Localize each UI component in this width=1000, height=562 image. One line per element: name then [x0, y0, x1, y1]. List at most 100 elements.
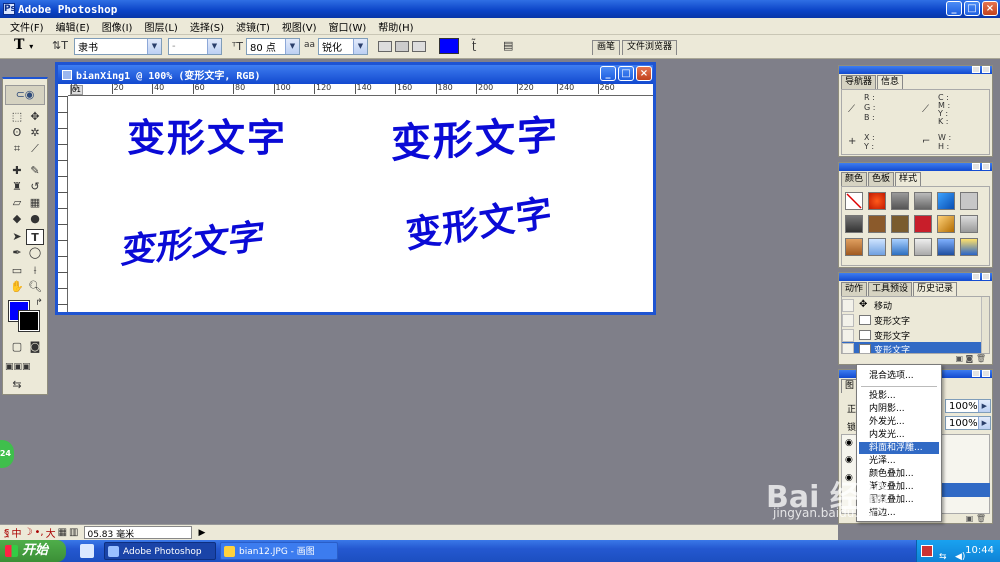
- menu-item-satin[interactable]: 光泽...: [859, 455, 939, 467]
- history-brush-icon[interactable]: ↺: [26, 179, 44, 195]
- style-swatch[interactable]: [868, 215, 886, 233]
- move-tool-icon[interactable]: ✥: [26, 109, 44, 125]
- palette-header[interactable]: [839, 273, 992, 281]
- dodge-tool-icon[interactable]: ●: [26, 211, 44, 227]
- palette-minimize-icon[interactable]: [972, 273, 980, 280]
- menu-item-outer-glow[interactable]: 外发光...: [859, 416, 939, 428]
- menu-select[interactable]: 选择(S): [184, 19, 230, 34]
- app-title-bar[interactable]: Ps Adobe Photoshop _ □ ×: [0, 0, 1000, 18]
- history-item[interactable]: 变形文字: [842, 328, 983, 342]
- palette-minimize-icon[interactable]: [972, 370, 980, 377]
- stamp-tool-icon[interactable]: ♜: [8, 179, 26, 195]
- vertical-ruler[interactable]: [58, 96, 68, 312]
- marquee-tool-icon[interactable]: ⬚: [8, 109, 26, 125]
- menu-filter[interactable]: 滤镜(T): [230, 19, 276, 34]
- shape-tool-icon[interactable]: ◯: [26, 245, 44, 261]
- blur-tool-icon[interactable]: ◆: [8, 211, 26, 227]
- swap-colors-icon[interactable]: ↱: [30, 295, 48, 311]
- doc-maximize-button[interactable]: □: [618, 66, 634, 81]
- clock[interactable]: 10:44: [965, 545, 994, 556]
- font-style-select[interactable]: - ▼: [168, 38, 222, 55]
- style-swatch[interactable]: [891, 192, 909, 210]
- healing-brush-icon[interactable]: ✚: [8, 163, 26, 179]
- eye-icon[interactable]: ◉: [845, 455, 853, 465]
- tab-brushes[interactable]: 画笔: [592, 40, 621, 55]
- menu-layer[interactable]: 图层(L): [138, 19, 183, 34]
- ime-width-toggle[interactable]: 大: [46, 525, 56, 540]
- network-icon[interactable]: ⇆: [939, 546, 947, 562]
- tool-preset-picker[interactable]: T ▾: [14, 37, 33, 54]
- tab-styles[interactable]: 样式: [895, 172, 922, 186]
- status-info-field[interactable]: 05.83 毫米: [84, 526, 193, 540]
- style-swatch[interactable]: [914, 238, 932, 256]
- warp-text-icon[interactable]: ʈ̃: [472, 39, 476, 56]
- palette-close-icon[interactable]: [982, 273, 990, 280]
- ime-punct-icon[interactable]: •,: [35, 527, 44, 538]
- style-swatch[interactable]: [914, 215, 932, 233]
- palette-close-icon[interactable]: [982, 370, 990, 377]
- quicklaunch-icon[interactable]: [80, 544, 94, 558]
- history-scrollbar[interactable]: [981, 297, 989, 353]
- text-orientation-icon[interactable]: ⇅T: [52, 39, 68, 56]
- style-swatch[interactable]: [845, 238, 863, 256]
- background-color[interactable]: [18, 310, 40, 332]
- style-swatch[interactable]: [960, 215, 978, 233]
- menu-item-drop-shadow[interactable]: 投影...: [859, 390, 939, 402]
- jump-to-imageready-icon[interactable]: ⇆: [8, 377, 26, 393]
- canvas[interactable]: 变形文字 变形文字 变形文字 变形文字: [69, 97, 653, 312]
- type-tool-icon[interactable]: T: [26, 229, 44, 245]
- ime-settings-icon[interactable]: ▥: [69, 527, 78, 538]
- menu-window[interactable]: 窗口(W): [323, 19, 373, 34]
- document-title-bar[interactable]: bianXing1 @ 100% (变形文字, RGB) _ □ ×: [58, 65, 653, 84]
- menu-image[interactable]: 图像(I): [96, 19, 139, 34]
- task-paint[interactable]: bian12.JPG - 画图: [220, 542, 338, 560]
- menu-item-inner-shadow[interactable]: 内阴影...: [859, 403, 939, 415]
- volume-icon[interactable]: ◀): [955, 546, 965, 562]
- tab-navigator[interactable]: 导航器: [841, 75, 877, 89]
- selected-layer-row[interactable]: [942, 483, 990, 497]
- floating-badge[interactable]: 24: [0, 440, 14, 468]
- zoom-tool-icon[interactable]: 🔍︎: [26, 279, 44, 295]
- font-family-select[interactable]: 隶书 ▼: [74, 38, 162, 55]
- start-button[interactable]: 开始: [0, 540, 66, 562]
- blend-mode-select[interactable]: 正: [847, 402, 856, 415]
- notes-tool-icon[interactable]: ▭: [8, 263, 26, 279]
- ime-mode-chinese[interactable]: 中: [12, 525, 22, 540]
- palette-close-icon[interactable]: [982, 163, 990, 170]
- font-size-select[interactable]: 80 点 ▼: [246, 38, 300, 55]
- menu-item-blending-options[interactable]: 混合选项...: [859, 370, 939, 382]
- brush-tool-icon[interactable]: ✎: [26, 163, 44, 179]
- palettes-toggle-icon[interactable]: ▤: [503, 39, 513, 56]
- style-swatch[interactable]: [937, 238, 955, 256]
- history-brush-source[interactable]: [842, 328, 854, 342]
- status-menu-arrow-icon[interactable]: ▶: [198, 528, 205, 538]
- maximize-button[interactable]: □: [964, 1, 980, 16]
- style-swatch[interactable]: [914, 192, 932, 210]
- style-swatch[interactable]: [868, 192, 886, 210]
- history-footer-icons[interactable]: ▣ ◙ 🗑︎: [839, 354, 992, 364]
- menu-help[interactable]: 帮助(H): [372, 19, 419, 34]
- history-brush-source[interactable]: [842, 313, 854, 327]
- menu-item-inner-glow[interactable]: 内发光...: [859, 429, 939, 441]
- antialias-select[interactable]: 锐化 ▼: [318, 38, 368, 55]
- magic-wand-icon[interactable]: ✲: [26, 125, 44, 141]
- tab-history[interactable]: 历史记录: [913, 282, 958, 296]
- eraser-tool-icon[interactable]: ▱: [8, 195, 26, 211]
- style-swatch[interactable]: [960, 238, 978, 256]
- align-right-icon[interactable]: [412, 41, 426, 52]
- tray-icon[interactable]: [921, 545, 933, 557]
- history-brush-source[interactable]: [842, 342, 854, 353]
- lasso-tool-icon[interactable]: ʘ: [8, 125, 26, 141]
- menu-view[interactable]: 视图(V): [276, 19, 323, 34]
- style-swatch[interactable]: [891, 238, 909, 256]
- style-swatch[interactable]: [868, 238, 886, 256]
- minimize-button[interactable]: _: [946, 1, 962, 16]
- eyedropper-icon[interactable]: ⟊: [26, 263, 44, 279]
- menu-file[interactable]: 文件(F): [4, 19, 50, 34]
- palette-header[interactable]: [839, 163, 992, 171]
- tab-info[interactable]: 信息: [877, 75, 904, 89]
- history-item[interactable]: 变形文字: [842, 313, 983, 327]
- opacity-field[interactable]: 100% ▶: [945, 399, 991, 413]
- tab-color[interactable]: 颜色: [841, 172, 868, 186]
- close-button[interactable]: ×: [982, 1, 998, 16]
